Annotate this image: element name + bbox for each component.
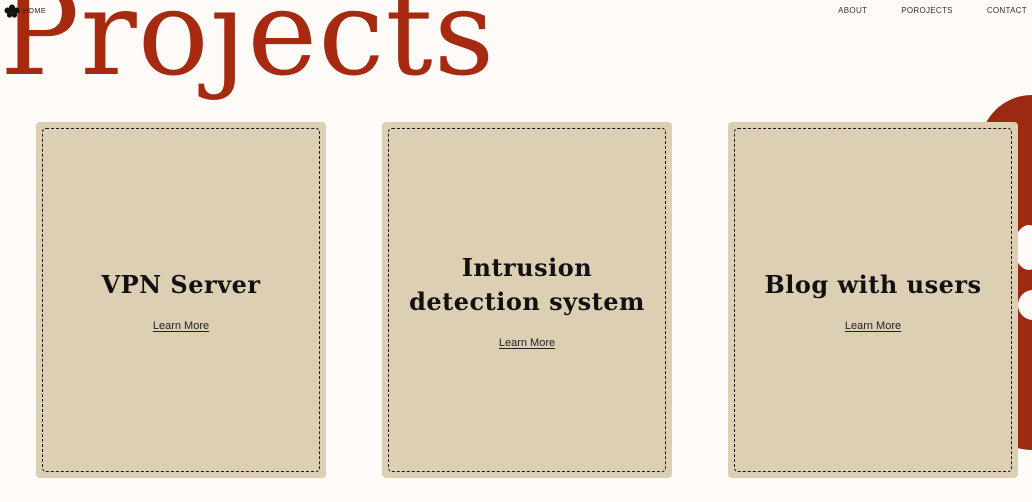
card-title: VPN Server [101, 270, 261, 299]
card-title: Intrusion detection system [409, 253, 645, 316]
project-card: VPN Server Learn More [36, 122, 326, 478]
page-title: Projects [0, 0, 496, 102]
nav-item-about[interactable]: ABOUT [838, 6, 867, 15]
main-nav: ABOUT POROJECTS CONTACT [804, 6, 1027, 15]
learn-more-link[interactable]: Learn More [499, 337, 555, 349]
card-title: Blog with users [764, 270, 982, 299]
home-label: HOME [23, 7, 46, 15]
learn-more-link[interactable]: Learn More [845, 320, 901, 332]
home-link[interactable]: HOME [4, 4, 46, 18]
nav-item-contact[interactable]: CONTACT [987, 6, 1027, 15]
project-card: Intrusion detection system Learn More [382, 122, 672, 478]
project-card: Blog with users Learn More [728, 122, 1018, 478]
learn-more-link[interactable]: Learn More [153, 320, 209, 332]
card-border: Intrusion detection system Learn More [388, 128, 666, 472]
card-border: Blog with users Learn More [734, 128, 1012, 472]
card-border: VPN Server Learn More [42, 128, 320, 472]
nav-item-projects[interactable]: POROJECTS [901, 6, 953, 15]
flower-icon [4, 4, 20, 18]
